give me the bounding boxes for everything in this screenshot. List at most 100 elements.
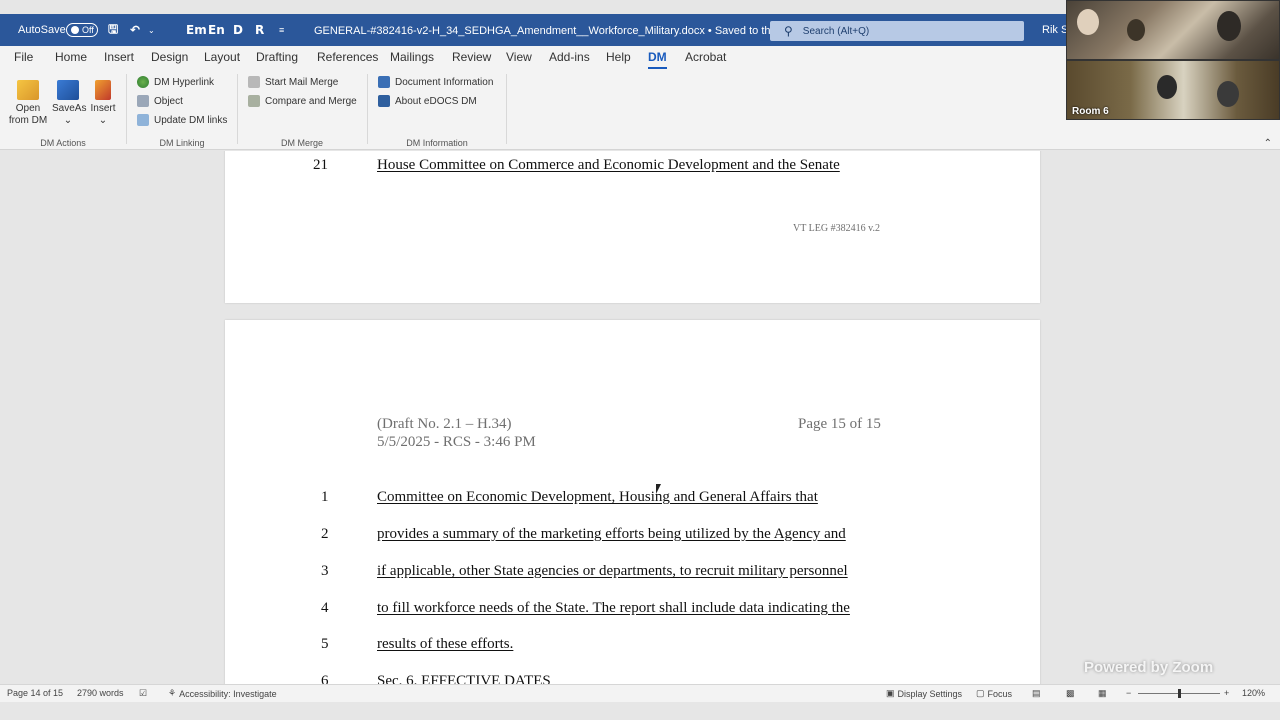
document-information-label: Document Information [395,76,494,88]
group-label-dm-merge: DM Merge [280,138,323,148]
read-mode-icon[interactable]: ▤ [1032,688,1041,699]
mail-merge-icon [248,76,260,88]
update-dm-links-button[interactable]: Update DM links [137,112,227,128]
line-number: 6 [321,673,329,684]
saveas-icon [57,80,79,100]
tab-layout[interactable]: Layout [204,50,240,64]
participant-figure [1077,9,1099,35]
document-title[interactable]: GENERAL-#382416-v2-H_34_SEDHGA_Amendment… [314,14,809,46]
display-settings-label: Display Settings [897,688,963,699]
autosave-state: Off [82,25,94,35]
word-count[interactable]: 2790 words [77,688,124,698]
document-area[interactable]: 21 House Committee on Commerce and Econo… [0,151,1280,684]
participant-figure [1157,75,1177,99]
document-information-button[interactable]: Document Information [378,74,493,90]
zoom-out-button[interactable]: − [1126,688,1131,698]
start-mail-merge-button[interactable]: Start Mail Merge [248,74,338,90]
search-box[interactable]: ⚲ Search (Alt+Q) [770,21,1024,41]
page-indicator: Page 15 of 15 [798,416,881,432]
document-line: if applicable, other State agencies or d… [377,563,848,579]
draft-number: (Draft No. 2.1 – H.34) [377,416,512,432]
object-icon [137,95,149,107]
document-info-icon [378,76,390,88]
saveas-dropdown-icon: ⌄ [63,115,73,126]
video-feed-1 [1066,0,1280,60]
collapse-ribbon-icon[interactable]: ⌃ [1264,138,1272,149]
tab-references[interactable]: References [317,50,378,64]
insert-icon [95,80,111,100]
update-dm-links-label: Update DM links [154,114,228,126]
group-separator [367,74,368,144]
open-folder-icon [17,80,39,100]
tab-add-ins[interactable]: Add-ins [549,50,590,64]
accessibility-button[interactable]: ⚘ Accessibility: Investigate [168,688,277,699]
tab-home[interactable]: Home [55,50,87,64]
about-edocs-button[interactable]: About eDOCS DM [378,93,477,109]
object-button[interactable]: Object [137,93,183,109]
tab-file[interactable]: File [14,50,33,64]
tab-mailings[interactable]: Mailings [390,50,434,64]
customize-qa-icon[interactable]: ≡ [279,14,284,46]
autosave-toggle[interactable]: Off [66,23,98,37]
focus-icon: ▢ [976,688,985,698]
compare-merge-button[interactable]: Compare and Merge [248,93,357,109]
document-line: to fill workforce needs of the State. Th… [377,600,850,616]
insert-button[interactable]: Insert ⌄ [88,80,118,127]
document-line: results of these efforts. [377,636,514,652]
group-label-dm-actions: DM Actions [40,138,86,148]
saveas-button[interactable]: SaveAs ⌄ [52,80,86,127]
search-icon: ⚲ [784,24,793,38]
group-separator [126,74,127,144]
display-settings-button[interactable]: ▣ Display Settings [886,688,962,699]
zoom-level[interactable]: 120% [1242,688,1265,698]
tab-drafting[interactable]: Drafting [256,50,298,64]
document-line: House Committee on Commerce and Economic… [377,157,840,173]
tab-help[interactable]: Help [606,50,631,64]
draft-date: 5/5/2025 - RCS - 3:46 PM [377,434,536,450]
zoom-in-button[interactable]: + [1224,688,1229,698]
tab-design[interactable]: Design [151,50,188,64]
tab-acrobat[interactable]: Acrobat [685,50,726,64]
participant-figure [1217,81,1239,107]
open-line2: from DM [8,115,48,126]
compare-icon [248,95,260,107]
undo-icon[interactable]: ↶ [130,14,140,46]
qa-em-button[interactable]: Em [186,14,207,46]
tab-dm[interactable]: DM [648,50,667,69]
tab-review[interactable]: Review [452,50,491,64]
accessibility-icon: ⚘ [168,688,177,698]
document-line: provides a summary of the marketing effo… [377,526,846,542]
page-count[interactable]: Page 14 of 15 [7,688,63,698]
tab-view[interactable]: View [506,50,532,64]
group-separator [237,74,238,144]
qa-r-button[interactable]: R [255,14,264,46]
zoom-watermark: Powered by Zoom [1084,659,1214,676]
tab-insert[interactable]: Insert [104,50,134,64]
insert-label: Insert [90,103,116,114]
qa-d-button[interactable]: D [233,14,243,46]
qa-en-button[interactable]: En [208,14,225,46]
line-number: 2 [321,526,329,542]
user-name[interactable]: Rik S [1042,14,1068,46]
dm-hyperlink-button[interactable]: DM Hyperlink [137,74,214,90]
group-separator [506,74,507,144]
participant-figure [1127,19,1145,41]
focus-button[interactable]: ▢ Focus [976,688,1012,699]
line-number: 4 [321,600,329,616]
zoom-slider-thumb[interactable] [1178,689,1181,698]
about-icon [378,95,390,107]
save-icon[interactable]: 🖫 [108,14,118,46]
undo-dropdown-icon[interactable]: ⌄ [148,14,155,46]
object-label: Object [154,95,183,107]
dm-hyperlink-label: DM Hyperlink [154,76,215,88]
about-edocs-label: About eDOCS DM [395,95,477,107]
insert-dropdown-icon: ⌄ [98,115,108,126]
open-line1: Open [15,103,41,114]
group-label-dm-linking: DM Linking [159,138,205,148]
print-layout-icon[interactable]: ▩ [1066,688,1075,699]
proofing-icon[interactable]: ☑ [139,688,147,699]
open-from-dm-button[interactable]: Open from DM [8,80,48,127]
zoom-slider[interactable] [1138,689,1220,698]
web-layout-icon[interactable]: ▦ [1098,688,1107,699]
focus-label: Focus [987,688,1013,699]
